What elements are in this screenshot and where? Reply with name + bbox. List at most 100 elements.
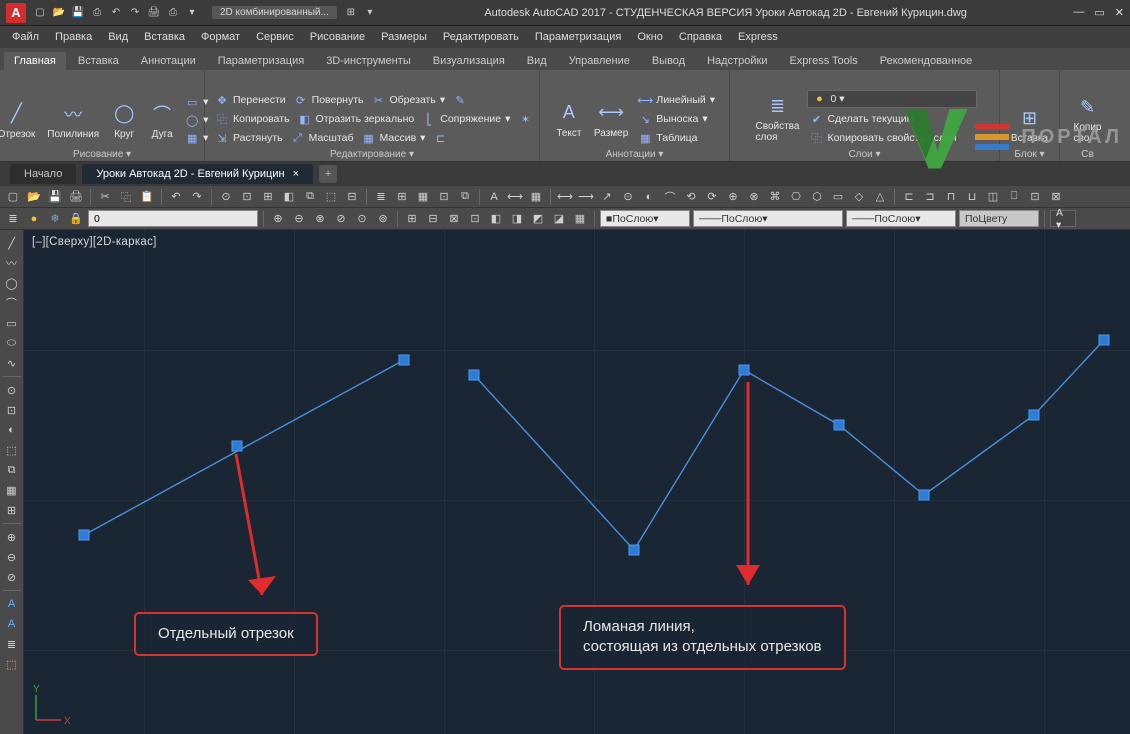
tb-icon[interactable]: ⊠ [445,210,463,228]
vt-icon[interactable]: ≣ [3,635,21,653]
tb-icon[interactable]: ◧ [280,188,298,206]
ribbon-tab-manage[interactable]: Управление [559,52,640,70]
copy-props-button[interactable]: ✎Копир сво [1070,92,1106,146]
tb-icon[interactable]: ◐ [640,188,658,206]
maximize-icon[interactable]: ▭ [1094,6,1104,19]
panel-modify-label[interactable]: Редактирование ▾ [330,146,414,160]
redo-icon[interactable]: ↷ [127,5,143,21]
tb-icon[interactable]: ⊐ [921,188,939,206]
menu-param[interactable]: Параметризация [529,29,627,45]
rotate-button[interactable]: ⟳Повернуть [292,92,366,108]
table-button[interactable]: ▦Таблица [636,130,717,146]
menu-dimen[interactable]: Размеры [375,29,433,45]
vt-line-icon[interactable]: ╱ [3,234,21,252]
tb-icon[interactable]: ▢ [4,188,22,206]
plot-icon[interactable]: ⎙ [165,5,181,21]
array-button[interactable]: ▦Массив ▾ [360,130,428,146]
vt-icon[interactable]: ⊞ [3,501,21,519]
vt-text-icon[interactable]: A [3,595,21,613]
vt-circle-icon[interactable]: ◯ [3,274,21,292]
ribbon-tab-param[interactable]: Параметризация [208,52,314,70]
menu-edit[interactable]: Правка [49,29,98,45]
tb-icon[interactable]: ↗ [598,188,616,206]
ribbon-tab-home[interactable]: Главная [4,52,66,70]
tb-icon[interactable]: ⊘ [332,210,350,228]
tb-icon[interactable]: ⊞ [393,188,411,206]
insert-block-button[interactable]: ⊞Вставка [1007,103,1052,146]
vt-icon[interactable]: ⊕ [3,528,21,546]
open-icon[interactable]: 📂 [51,5,67,21]
arc-button[interactable]: ⌒Дуга [145,99,179,142]
tb-icon[interactable]: ⌒ [661,188,679,206]
tb-icon[interactable]: ⊡ [466,210,484,228]
ribbon-tab-3d[interactable]: 3D-инструменты [316,52,421,70]
tb-icon[interactable]: ◫ [984,188,1002,206]
mirror-button[interactable]: ◧Отразить зеркально [296,111,417,127]
vt-icon[interactable]: ⊖ [3,548,21,566]
vt-icon[interactable]: ⬚ [3,655,21,673]
layer-tb-icon[interactable]: ≣ [4,210,22,228]
tb-icon[interactable]: ⊟ [424,210,442,228]
tb-icon[interactable]: ◨ [508,210,526,228]
tb-icon[interactable]: ≣ [372,188,390,206]
grip[interactable] [79,530,89,540]
vt-text2-icon[interactable]: A [3,615,21,633]
tb-icon[interactable]: ⟲ [682,188,700,206]
tb-icon[interactable]: ⊔ [963,188,981,206]
tb-icon[interactable]: ⊚ [374,210,392,228]
tb-icon[interactable]: ◧ [487,210,505,228]
layer-current-field[interactable] [88,210,258,227]
tb-icon[interactable]: ⊠ [1047,188,1065,206]
layer-props-button[interactable]: ≣Свойства слоя [752,91,804,145]
workspace-selector[interactable]: 2D комбинированный... [212,6,337,19]
vt-spline-icon[interactable]: ∿ [3,354,21,372]
save-icon[interactable]: 💾 [70,5,86,21]
explode-button[interactable]: ✶ [516,111,534,127]
tb-icon[interactable]: 🖨 [67,188,85,206]
panel-block-label[interactable]: Блок ▾ [1014,146,1044,160]
tb-icon[interactable]: ⬚ [322,188,340,206]
vt-arc-icon[interactable]: ⌒ [3,294,21,312]
new-icon[interactable]: ▢ [32,5,48,21]
tb-icon[interactable]: ▦ [571,210,589,228]
vt-pline-icon[interactable]: 〰 [3,254,21,272]
grip[interactable] [1029,410,1039,420]
tb-icon[interactable]: ⊞ [403,210,421,228]
tb-icon[interactable]: ⟶ [577,188,595,206]
tb-icon[interactable]: ⊏ [900,188,918,206]
grip[interactable] [399,355,409,365]
textstyle-combo[interactable]: A ▾ [1050,210,1076,227]
tb-icon[interactable]: ⊙ [353,210,371,228]
tab-active-doc[interactable]: Уроки Автокад 2D - Евгений Курицин× [82,164,313,184]
make-current-button[interactable]: ✔Сделать текущим [807,111,977,127]
grip[interactable] [469,370,479,380]
ribbon-tab-insert[interactable]: Вставка [68,52,129,70]
ribbon-tab-featured[interactable]: Рекомендованное [870,52,983,70]
tb-icon[interactable]: 💾 [46,188,64,206]
tb-icon[interactable]: 📂 [25,188,43,206]
tb-icon[interactable]: ⬡ [808,188,826,206]
tb-icon[interactable]: ⊕ [724,188,742,206]
lineweight-combo[interactable]: ─── ПоСлою ▾ [846,210,956,227]
grip[interactable] [739,365,749,375]
linetype-combo[interactable]: ─── ПоСлою ▾ [693,210,843,227]
vt-icon[interactable]: ◐ [3,421,21,439]
tb-icon[interactable]: ✂ [96,188,114,206]
tb-icon[interactable]: ⟷ [506,188,524,206]
tb-icon[interactable]: ◪ [550,210,568,228]
panel-layers-label[interactable]: Слои ▾ [848,146,880,160]
qat-more-icon[interactable]: ▾ [184,5,200,21]
tb-icon[interactable]: ⊓ [942,188,960,206]
tb-icon[interactable]: ⎕ [1005,188,1023,206]
tb-icon[interactable]: ⟳ [703,188,721,206]
copy-button[interactable]: ⿻Копировать [213,111,292,127]
menu-window[interactable]: Окно [631,29,669,45]
tb-icon[interactable]: ◩ [529,210,547,228]
copy-layer-props-button[interactable]: ⿻Копировать свойства слоя [807,130,977,146]
tb-icon[interactable]: ⿻ [117,188,135,206]
ribbon-tab-vis[interactable]: Визуализация [423,52,515,70]
vt-icon[interactable]: ⬚ [3,441,21,459]
tb-icon[interactable]: ▭ [829,188,847,206]
ribbon-tab-annot[interactable]: Аннотации [131,52,206,70]
grip[interactable] [1099,335,1109,345]
